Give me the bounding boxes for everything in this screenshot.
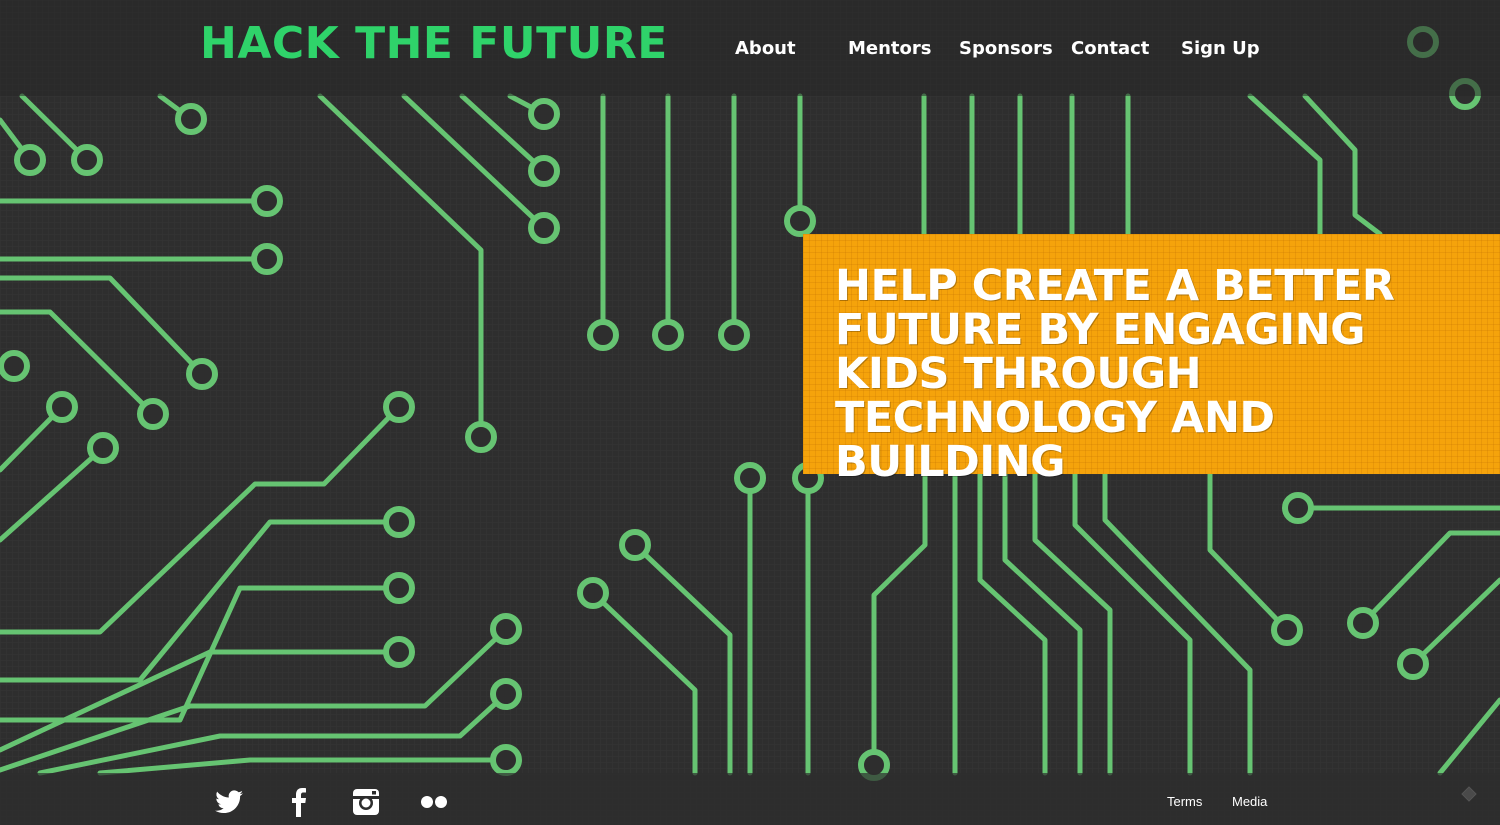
flickr-icon[interactable] bbox=[418, 786, 450, 818]
nav-link-sponsors[interactable]: Sponsors bbox=[959, 38, 1053, 59]
nav-link-sign-up[interactable]: Sign Up bbox=[1181, 38, 1260, 59]
instagram-icon[interactable] bbox=[350, 786, 382, 818]
nav-link-mentors[interactable]: Mentors bbox=[848, 38, 932, 59]
footer-link-media[interactable]: Media bbox=[1232, 794, 1267, 809]
nav-link-about[interactable]: About bbox=[735, 38, 796, 59]
nav-link-contact[interactable]: Contact bbox=[1071, 38, 1149, 59]
diamond-icon bbox=[1461, 786, 1477, 802]
footer-link-terms[interactable]: Terms bbox=[1167, 794, 1202, 809]
facebook-icon[interactable] bbox=[283, 786, 315, 818]
site-logo[interactable]: HACK THE FUTURE bbox=[200, 22, 668, 66]
twitter-icon[interactable] bbox=[213, 786, 245, 818]
hero-banner: HELP CREATE A BETTER FUTURE BY ENGAGING … bbox=[803, 234, 1500, 484]
hero-headline: HELP CREATE A BETTER FUTURE BY ENGAGING … bbox=[835, 261, 1395, 487]
